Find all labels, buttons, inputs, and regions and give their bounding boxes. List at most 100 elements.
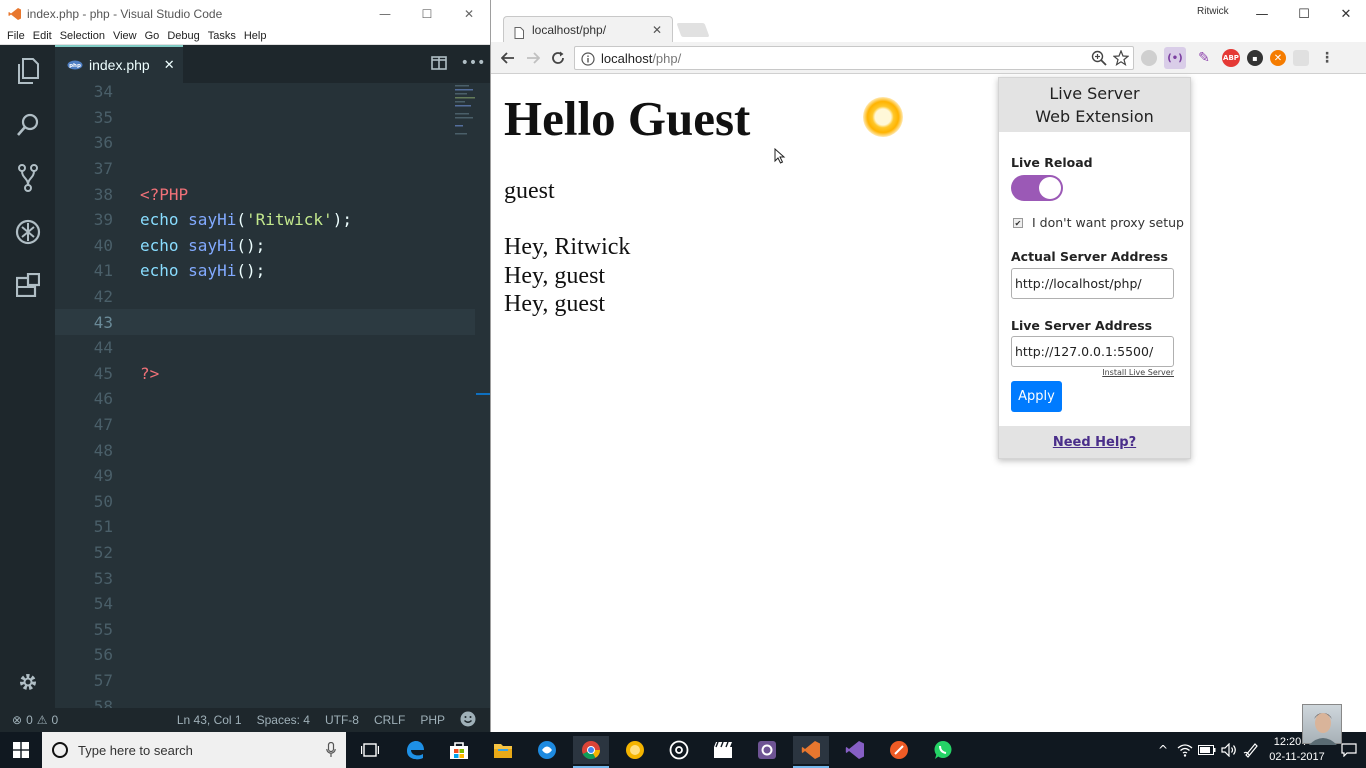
pen-ink-icon[interactable]	[1240, 739, 1262, 761]
wifi-icon[interactable]	[1174, 739, 1196, 761]
reload-icon[interactable]	[547, 47, 569, 69]
code-line-45[interactable]: 45 ?>	[55, 361, 475, 387]
code-line-50[interactable]: 50	[55, 489, 475, 515]
movies-tv-icon[interactable]	[705, 736, 741, 764]
line-ending[interactable]: CRLF	[374, 713, 405, 727]
tab-close-icon[interactable]: ✕	[164, 58, 175, 73]
code-line-39[interactable]: 39 echo sayHi('Ritwick');	[55, 207, 475, 233]
blue-app-icon[interactable]	[529, 736, 565, 764]
code-line-40[interactable]: 40 echo sayHi();	[55, 233, 475, 259]
menu-selection[interactable]: Selection	[60, 30, 105, 42]
live-server-extension-icon[interactable]: (•)	[1164, 47, 1186, 69]
chrome-browser-icon[interactable]	[573, 736, 609, 768]
apply-button[interactable]: Apply	[1011, 381, 1062, 412]
cursor-position[interactable]: Ln 43, Col 1	[177, 713, 242, 727]
code-line-47[interactable]: 47	[55, 412, 475, 438]
code-line-58[interactable]: 58	[55, 693, 475, 708]
source-control-icon[interactable]	[14, 164, 42, 192]
chrome-menu-icon[interactable]: ⋮	[1316, 47, 1338, 69]
microphone-icon[interactable]	[326, 741, 336, 758]
need-help-link[interactable]: Need Help?	[1053, 435, 1136, 450]
code-editor[interactable]: 34 35 36 37 38 <?PHP 39 echo sayHi('Ritwick'); 4…	[55, 83, 475, 708]
language-mode[interactable]: PHP	[420, 713, 445, 727]
code-line-57[interactable]: 57	[55, 668, 475, 694]
windows-start-icon[interactable]	[0, 732, 42, 768]
menu-help[interactable]: Help	[244, 30, 267, 42]
address-bar[interactable]: localhost/php/	[574, 46, 1134, 70]
code-line-52[interactable]: 52	[55, 540, 475, 566]
menu-debug[interactable]: Debug	[167, 30, 199, 42]
postman-icon[interactable]	[881, 736, 917, 764]
more-actions-icon[interactable]: •••	[461, 54, 486, 72]
code-line-51[interactable]: 51	[55, 514, 475, 540]
bookmark-star-icon[interactable]	[1112, 49, 1130, 70]
menu-view[interactable]: View	[113, 30, 137, 42]
maximize-icon[interactable]: ☐	[406, 0, 448, 27]
extension-gray-icon[interactable]	[1141, 50, 1157, 66]
code-line-38[interactable]: 38 <?PHP	[55, 181, 475, 207]
browser-tab-localhost[interactable]: localhost/php/ ✕	[503, 16, 673, 42]
live-server-address-input[interactable]: http://127.0.0.1:5500/	[1011, 336, 1174, 367]
code-line-37[interactable]: 37	[55, 156, 475, 182]
tab-index-php[interactable]: php index.php ✕	[55, 45, 183, 83]
code-line-42[interactable]: 42	[55, 284, 475, 310]
volume-icon[interactable]	[1218, 739, 1240, 761]
extension-dark-icon[interactable]: ▪	[1247, 50, 1263, 66]
proxy-setup-row[interactable]: ✔ I don't want proxy setup	[1013, 215, 1184, 230]
search-icon[interactable]	[14, 111, 42, 139]
feedback-smiley-icon[interactable]	[460, 711, 476, 730]
pencil-extension-icon[interactable]: ✎	[1193, 47, 1215, 69]
code-line-46[interactable]: 46	[55, 386, 475, 412]
explorer-icon[interactable]	[14, 57, 42, 85]
code-line-54[interactable]: 54	[55, 591, 475, 617]
encoding[interactable]: UTF-8	[325, 713, 359, 727]
battery-icon[interactable]	[1196, 739, 1218, 761]
menu-edit[interactable]: Edit	[33, 30, 52, 42]
debug-icon[interactable]	[14, 218, 42, 246]
chrome-profile-name[interactable]: Ritwick	[1197, 6, 1229, 17]
code-line-36[interactable]: 36	[55, 130, 475, 156]
code-line-41[interactable]: 41 echo sayHi();	[55, 258, 475, 284]
back-arrow-icon[interactable]	[497, 47, 519, 69]
adblock-plus-icon[interactable]: ABP	[1222, 49, 1240, 67]
minimize-icon[interactable]: —	[364, 0, 406, 27]
edge-browser-icon[interactable]	[397, 736, 433, 764]
zoom-icon[interactable]	[1091, 50, 1107, 70]
vscode-taskbar-icon[interactable]	[793, 736, 829, 768]
show-hidden-icons-chevron-icon[interactable]: ^	[1152, 739, 1174, 761]
chrome-close-icon[interactable]: ✕	[1325, 0, 1366, 28]
menu-go[interactable]: Go	[145, 30, 160, 42]
code-line-55[interactable]: 55	[55, 617, 475, 643]
task-view-icon[interactable]	[352, 736, 388, 764]
forward-arrow-icon[interactable]	[522, 47, 544, 69]
code-line-48[interactable]: 48	[55, 437, 475, 463]
code-line-35[interactable]: 35	[55, 105, 475, 131]
close-icon[interactable]: ✕	[448, 0, 490, 27]
chrome-maximize-icon[interactable]: ☐	[1283, 0, 1325, 28]
menu-tasks[interactable]: Tasks	[208, 30, 236, 42]
browser-tab-close-icon[interactable]: ✕	[652, 23, 662, 37]
whatsapp-icon[interactable]	[925, 736, 961, 764]
code-line-43[interactable]: 43	[55, 309, 475, 335]
settings-gear-icon[interactable]	[14, 668, 42, 696]
github-desktop-icon[interactable]	[749, 736, 785, 764]
extensions-icon[interactable]	[14, 271, 42, 299]
problems-indicator[interactable]: ⊗ 0 ⚠ 0	[12, 713, 58, 727]
taskbar-search-box[interactable]: Type here to search	[42, 732, 346, 768]
groove-music-icon[interactable]	[661, 736, 697, 764]
extension-light-icon[interactable]	[1293, 50, 1309, 66]
new-tab-button[interactable]	[676, 23, 710, 37]
file-explorer-icon[interactable]	[485, 736, 521, 764]
site-info-icon[interactable]	[581, 51, 595, 66]
extension-orange-icon[interactable]: ✕	[1270, 50, 1286, 66]
menu-file[interactable]: File	[7, 30, 25, 42]
proxy-checkbox[interactable]: ✔	[1013, 217, 1023, 228]
install-live-server-link[interactable]: Install Live Server	[1102, 368, 1174, 377]
chrome-minimize-icon[interactable]: —	[1241, 0, 1283, 28]
code-line-44[interactable]: 44	[55, 335, 475, 361]
minimap[interactable]	[455, 83, 477, 143]
code-line-56[interactable]: 56	[55, 642, 475, 668]
store-icon[interactable]	[441, 736, 477, 764]
split-editor-icon[interactable]	[430, 54, 448, 72]
visual-studio-icon[interactable]	[837, 736, 873, 764]
